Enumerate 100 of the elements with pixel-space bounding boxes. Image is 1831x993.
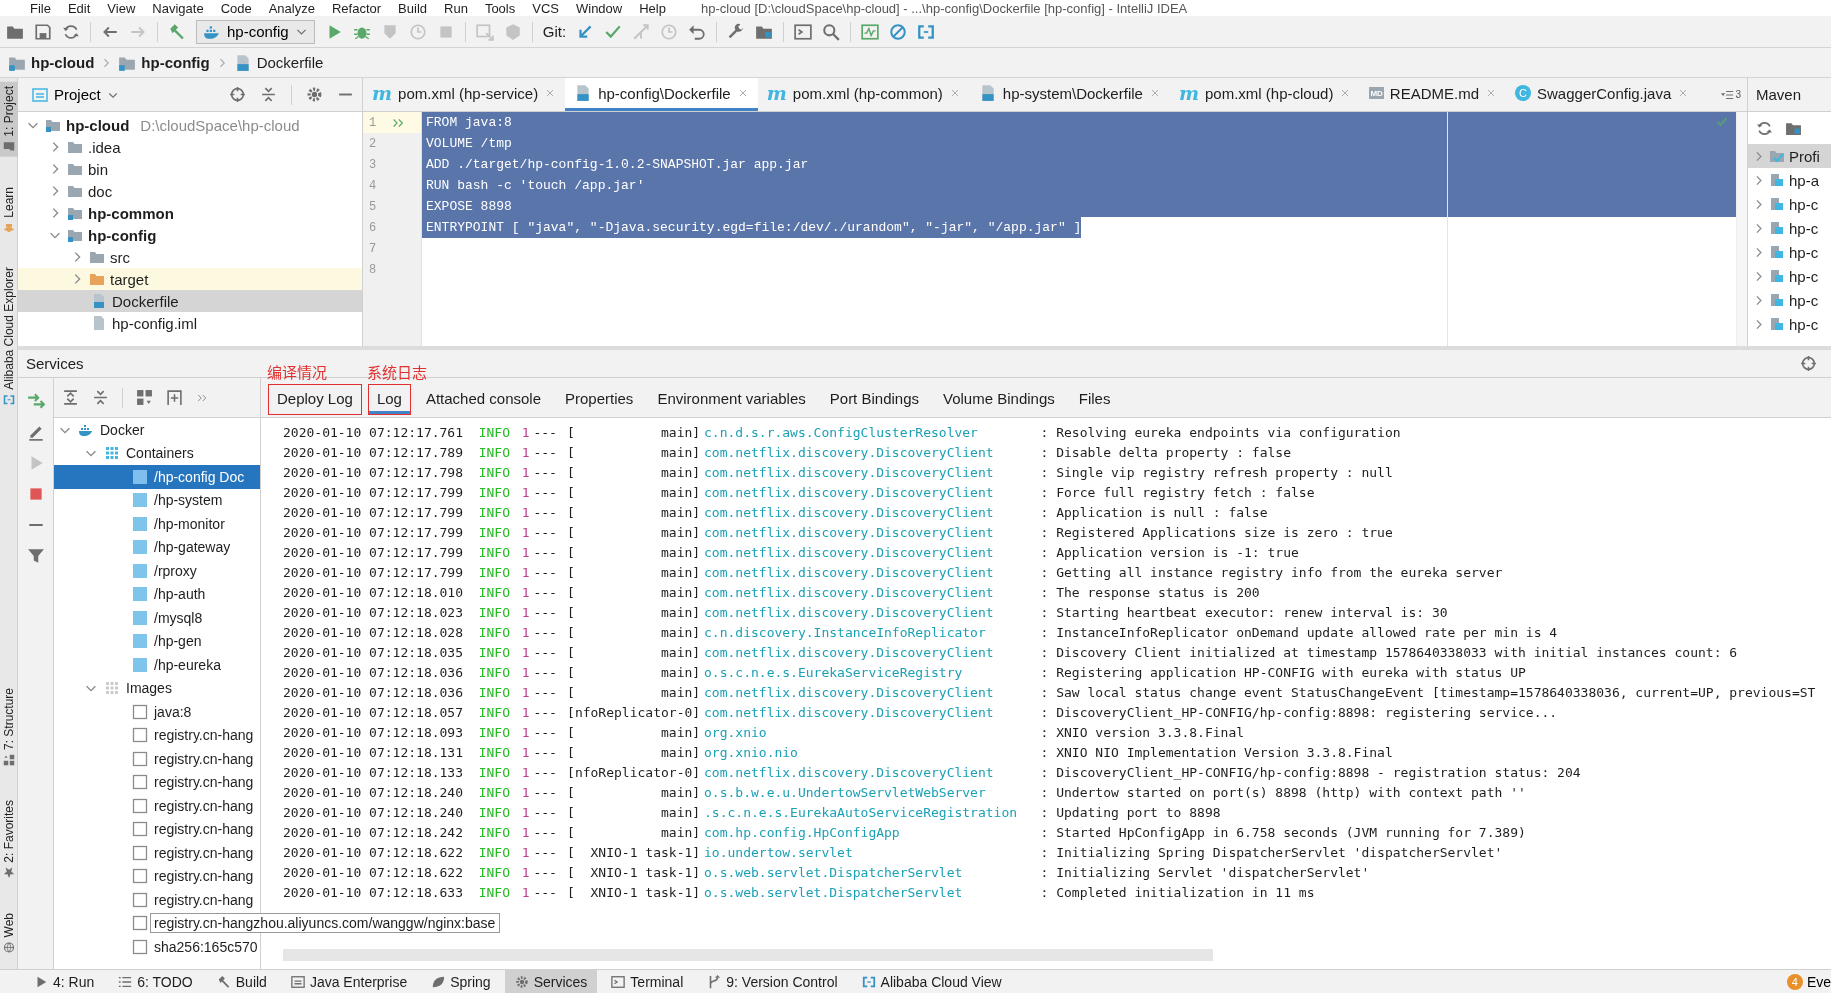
menu-item[interactable]: File	[30, 0, 51, 16]
tool-window-button[interactable]: Alibaba Cloud View	[851, 970, 1012, 993]
tree-item[interactable]: bin	[18, 158, 362, 180]
tree-item[interactable]: /hp-gen	[54, 629, 260, 653]
editor-tab[interactable]: m pom.xml (hp-cloud)	[1169, 78, 1361, 111]
menu-item[interactable]: View	[107, 0, 136, 16]
tree-item[interactable]: hp-c	[1748, 288, 1831, 312]
tree-item[interactable]: doc	[18, 180, 362, 202]
tree-item[interactable]: /hp-gateway	[54, 535, 260, 559]
tree-item[interactable]: registry.cn-hang	[54, 770, 260, 794]
tree-item[interactable]: Docker	[54, 418, 260, 442]
undo-icon[interactable]	[688, 22, 707, 41]
tool-window-tab[interactable]: Web	[0, 908, 18, 957]
filter-icon[interactable]	[26, 547, 45, 565]
collapse-icon[interactable]	[260, 86, 277, 103]
menu-item[interactable]: Help	[639, 0, 666, 16]
collapse-all-icon[interactable]	[92, 389, 109, 406]
tree-item[interactable]: /hp-monitor	[54, 512, 260, 536]
tree-item[interactable]: /hp-auth	[54, 582, 260, 606]
search-icon[interactable]	[822, 22, 841, 41]
add-icon[interactable]	[166, 389, 183, 406]
tool-window-button[interactable]: Build	[206, 970, 277, 993]
tab[interactable]: Files	[1070, 385, 1119, 414]
menu-item[interactable]: Tools	[484, 0, 516, 16]
menu-item[interactable]: Window	[575, 0, 623, 16]
menu-item[interactable]: Analyze	[268, 0, 315, 16]
tree-item[interactable]: target	[18, 268, 362, 290]
menu-item[interactable]: Build	[398, 0, 427, 16]
tree-item[interactable]: registry.cn-hang	[54, 817, 260, 841]
tree-item[interactable]: registry.cn-hang	[54, 747, 260, 771]
editor-tab[interactable]: hp-system\Dockerfile	[969, 78, 1170, 111]
tree-item[interactable]: Images	[54, 676, 260, 700]
tool-window-tab[interactable]: 7: Structure	[0, 683, 18, 770]
save-icon[interactable]	[34, 22, 52, 41]
crosshair-icon[interactable]	[1800, 355, 1817, 372]
pencil-icon[interactable]	[26, 423, 45, 441]
tool-window-button[interactable]: 6: TODO	[108, 970, 203, 993]
tool-window-tab[interactable]: 2: Favorites	[0, 795, 18, 883]
tree-item[interactable]: /mysql8	[54, 606, 260, 630]
horizontal-scrollbar[interactable]	[283, 949, 1213, 961]
menu-item[interactable]: Refactor	[331, 0, 382, 16]
tree-item[interactable]: java:8	[54, 700, 260, 724]
tab-list-button[interactable]: 3	[1714, 78, 1747, 111]
vertical-scrollbar[interactable]	[1736, 112, 1747, 346]
tree-item[interactable]: /hp-eureka	[54, 653, 260, 677]
tool-window-button[interactable]: 4: Run	[24, 970, 105, 993]
tree-item[interactable]: Dockerfile	[18, 290, 362, 312]
tree-item[interactable]: .idea	[18, 136, 362, 158]
tree-item[interactable]: hp-a	[1748, 168, 1831, 192]
group-icon[interactable]	[136, 389, 153, 406]
tree-item[interactable]: registry.cn-hang	[54, 841, 260, 865]
tool-window-button[interactable]: Terminal	[601, 970, 694, 993]
tool-window-tab[interactable]: 1: Project	[0, 82, 18, 157]
crosshair-icon[interactable]	[229, 86, 246, 103]
terminal-icon[interactable]	[794, 22, 813, 41]
tree-item[interactable]: hp-common	[18, 202, 362, 224]
event-log-button[interactable]: 4 Eve	[1780, 972, 1831, 991]
editor-tab[interactable]: MD README.md	[1360, 78, 1506, 111]
tree-item[interactable]: src	[18, 246, 362, 268]
tree-item[interactable]: hp-cloud D:\cloudSpace\hp-cloud	[18, 114, 362, 136]
chart-icon[interactable]	[861, 22, 880, 41]
tree-item[interactable]: hp-c	[1748, 216, 1831, 240]
wrench-icon[interactable]	[727, 22, 746, 41]
hammer-icon[interactable]	[168, 22, 186, 41]
tool-window-tab[interactable]: Alibaba Cloud Explorer	[0, 263, 18, 411]
tab[interactable]: Volume Bindings	[935, 385, 1063, 414]
settings-icon[interactable]	[306, 86, 323, 103]
tool-window-button[interactable]: Java Enterprise	[280, 970, 418, 993]
tab[interactable]: Properties	[557, 385, 642, 414]
menu-item[interactable]: Navigate	[152, 0, 204, 16]
tool-window-tab[interactable]: Learn	[0, 182, 18, 238]
tab[interactable]: Port Bindings	[821, 385, 927, 414]
menu-item[interactable]: Edit	[67, 0, 91, 16]
close-icon[interactable]	[1485, 87, 1497, 99]
refresh-icon[interactable]	[62, 22, 80, 41]
breadcrumb-item[interactable]: hp-cloud	[6, 53, 97, 72]
tree-item[interactable]: hp-c	[1748, 240, 1831, 264]
deploy-icon[interactable]	[26, 392, 45, 410]
tab[interactable]: Log	[368, 385, 410, 414]
tab[interactable]: Attached console	[417, 385, 549, 414]
tree-item[interactable]: registry.cn-hang	[54, 794, 260, 818]
menu-item[interactable]: Run	[444, 0, 468, 16]
tree-item[interactable]: hp-config	[18, 224, 362, 246]
tree-item[interactable]: /rproxy	[54, 559, 260, 583]
breadcrumb-item[interactable]: Dockerfile	[231, 53, 326, 72]
menu-item[interactable]: VCS	[532, 0, 559, 16]
tree-item[interactable]: Profi	[1748, 144, 1831, 168]
tree-item[interactable]: sha256:165c570	[54, 935, 260, 959]
tree-item[interactable]: registry.cn-hang	[54, 888, 260, 912]
tab[interactable]: Deploy Log	[269, 385, 361, 414]
tool-window-button[interactable]: Services	[504, 970, 598, 993]
run-config-dropdown[interactable]: hp-config	[196, 19, 315, 44]
tool-window-button[interactable]: Spring	[421, 970, 501, 993]
prohibit-icon[interactable]	[889, 22, 908, 41]
tree-item[interactable]: registry.cn-hang	[54, 723, 260, 747]
tree-item[interactable]: Containers	[54, 441, 260, 465]
tree-item[interactable]: /hp-system	[54, 488, 260, 512]
expand-all-icon[interactable]	[62, 389, 79, 406]
refresh-icon[interactable]	[1756, 119, 1773, 137]
editor-tab[interactable]: C SwaggerConfig.java	[1506, 78, 1699, 111]
